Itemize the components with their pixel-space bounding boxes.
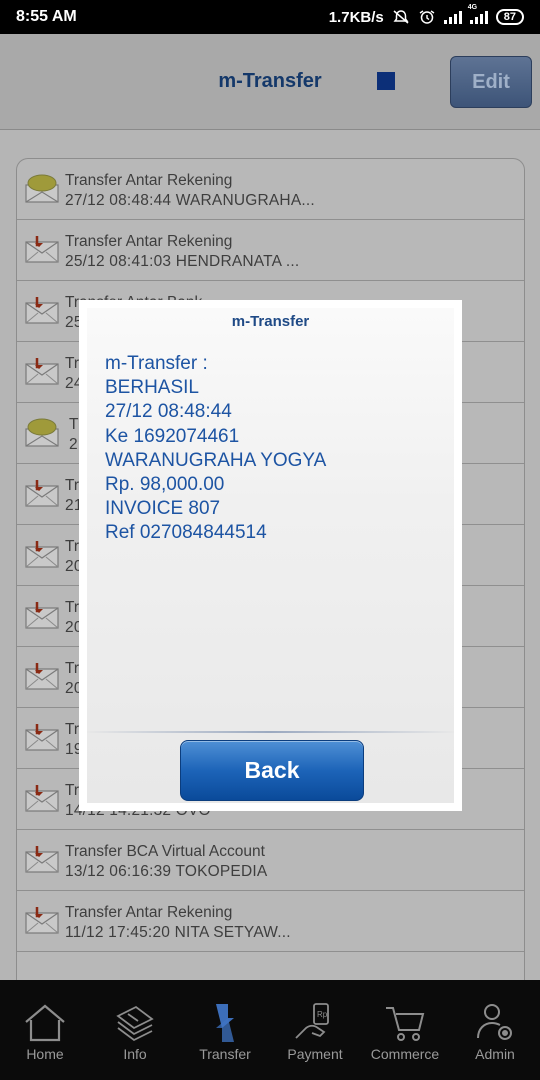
list-item-detail: 2: [69, 436, 78, 453]
dialog-message: m-Transfer : BERHASIL 27/12 08:48:44 Ke 169…: [105, 352, 445, 546]
nav-label: Home: [26, 1046, 64, 1062]
list-item[interactable]: Transfer Antar Rekening 25/12 08:41:03 HE…: [17, 220, 524, 281]
list-item-detail: 13/12 06:16:39 TOKOPEDIA: [65, 863, 268, 880]
info-book-icon: [116, 1005, 154, 1042]
envelope-icon: [25, 600, 59, 630]
envelope-icon: [25, 478, 59, 508]
square-icon: [377, 72, 395, 90]
alarm-icon: [419, 10, 435, 24]
dialog-message-line: m-Transfer :: [105, 353, 208, 374]
notifications-muted-icon: [393, 10, 409, 24]
status-time: 8:55 AM: [16, 8, 77, 25]
nav-label: Admin: [475, 1046, 515, 1062]
dialog-title: m-Transfer: [231, 313, 310, 330]
nav-admin[interactable]: Admin: [450, 980, 540, 1080]
list-item[interactable]: Transfer Antar Rekening 27/12 08:48:44 WA…: [17, 159, 524, 220]
status-icons: 1.7KB/s 4G 87: [328, 4, 524, 26]
list-item-title: Tr: [65, 599, 80, 616]
nav-transfer[interactable]: Transfer: [180, 980, 270, 1080]
nav-label: Commerce: [370, 1046, 440, 1062]
list-item-title: Transfer Antar Rekening: [65, 904, 233, 921]
dialog-message-line: INVOICE 807: [105, 498, 221, 520]
envelope-icon: [25, 661, 59, 691]
envelope-icon: [25, 905, 59, 935]
list-item-detail: 11/12 17:45:20 NITA SETYAW...: [65, 924, 291, 941]
open-envelope-icon: [25, 417, 59, 447]
signal-4g-icon: 4G: [468, 4, 488, 24]
list-item-title: Tr: [65, 721, 80, 738]
nav-info[interactable]: Info: [90, 980, 180, 1080]
back-button[interactable]: Back: [180, 740, 364, 801]
app-header: m-Transfer Edit: [0, 34, 540, 130]
svg-text:Rp: Rp: [317, 1010, 328, 1019]
list-item-detail: 27/12 08:48:44 WARANUGRAHA...: [65, 192, 315, 209]
envelope-icon: [25, 844, 59, 874]
network-speed: 1.7KB/s: [328, 8, 384, 26]
open-envelope-icon: [25, 173, 59, 203]
nav-home[interactable]: Home: [0, 980, 90, 1080]
envelope-icon: [25, 783, 59, 813]
status-bar: 8:55 AM 1.7KB/s 4G 87: [0, 0, 540, 34]
list-item-title: Tr: [65, 538, 80, 555]
home-icon: [25, 1004, 65, 1042]
list-item-title: Transfer Antar Rekening: [65, 172, 233, 189]
list-item-title: Tr: [65, 782, 80, 799]
result-dialog: m-Transfer m-Transfer : BERHASIL 27/12 08:…: [79, 300, 462, 811]
list-item-title: Tr: [65, 660, 80, 677]
list-item-title: Tr: [65, 477, 80, 494]
dialog-message-line: BERHASIL: [105, 377, 199, 399]
edit-button[interactable]: Edit: [450, 56, 532, 108]
dialog-message-line: 27/12 08:48:44: [105, 401, 232, 423]
dialog-message-line: Rp. 98,000.00: [105, 474, 225, 496]
transfer-arrows-icon: [216, 1004, 234, 1042]
envelope-icon: [25, 234, 59, 264]
nav-label: Payment: [287, 1046, 343, 1062]
signal-icon: [443, 10, 462, 24]
envelope-icon: [25, 356, 59, 386]
nav-commerce[interactable]: Commerce: [360, 980, 450, 1080]
envelope-icon: [25, 539, 59, 569]
payment-hand-icon: Rp: [295, 1003, 329, 1039]
list-item[interactable]: Transfer BCA Virtual Account 13/12 06:16:…: [17, 830, 524, 891]
nav-label: Info: [123, 1046, 147, 1062]
list-item[interactable]: Transfer Antar Rekening 11/12 17:45:20 NI…: [17, 891, 524, 952]
nav-payment[interactable]: Rp Payment: [270, 980, 360, 1080]
list-item-title: Tr: [65, 355, 80, 372]
bottom-nav: Home Info Transfer Rp Payment Commerce Admin: [0, 980, 540, 1080]
list-item-title: Transfer BCA Virtual Account: [65, 843, 265, 860]
admin-user-gear-icon: [477, 1004, 512, 1040]
dialog-divider: [87, 731, 454, 733]
envelope-icon: [25, 722, 59, 752]
list-item-title: Transfer Antar Rekening: [65, 233, 233, 250]
envelope-icon: [25, 295, 59, 325]
list-item-title: T: [69, 416, 79, 433]
nav-label: Transfer: [199, 1046, 251, 1062]
dialog-message-line: Ref 027084844514: [105, 522, 267, 544]
dialog-message-line: WARANUGRAHA YOGYA: [105, 449, 327, 471]
shopping-cart-icon: [386, 1007, 425, 1041]
battery-icon: 87: [495, 9, 524, 25]
dialog-message-line: Ke 1692074461: [105, 425, 240, 447]
list-item-detail: 25/12 08:41:03 HENDRANATA ...: [65, 253, 300, 270]
dialog-body: m-Transfer m-Transfer : BERHASIL 27/12 08:…: [87, 308, 454, 803]
